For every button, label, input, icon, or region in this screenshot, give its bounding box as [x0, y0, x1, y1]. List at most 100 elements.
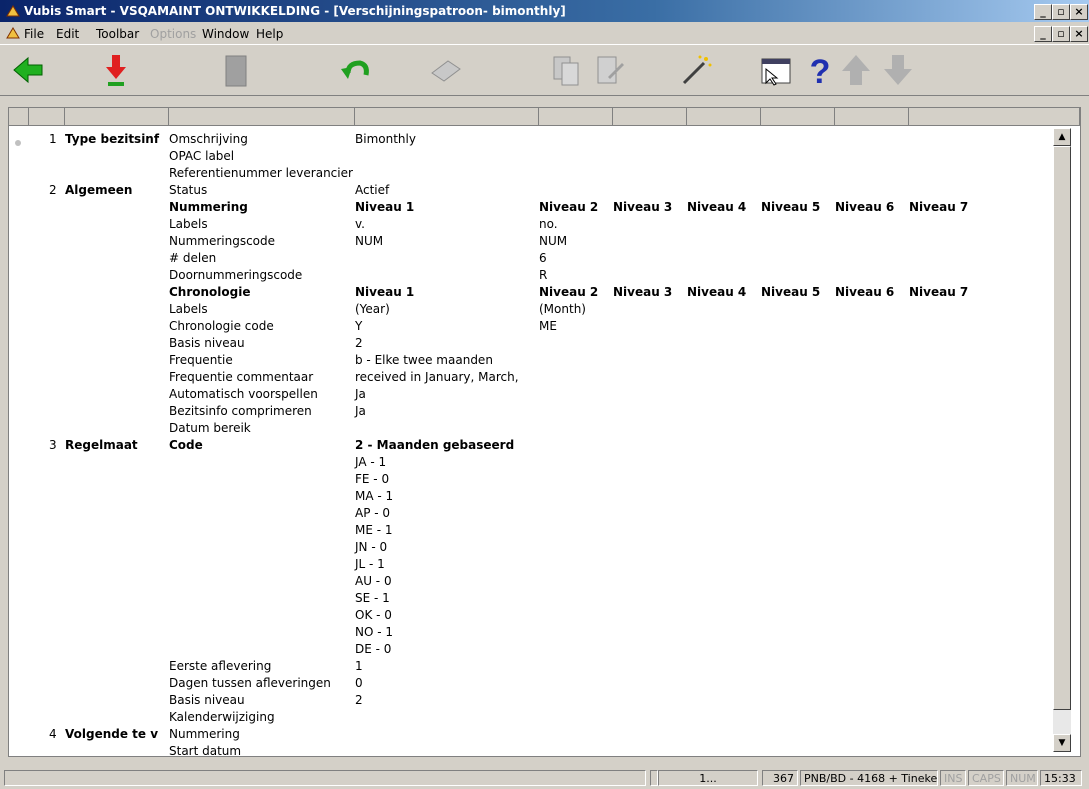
copy-button — [546, 51, 586, 89]
level-header: Niveau 3 — [613, 200, 673, 214]
scroll-thumb[interactable] — [1053, 146, 1071, 710]
menu-file[interactable]: File — [24, 27, 44, 41]
column-header[interactable] — [835, 108, 909, 126]
toolbar: ? — [0, 44, 1089, 96]
status-ins: INS — [940, 770, 966, 786]
level-2-value: R — [539, 268, 548, 282]
column-header[interactable] — [169, 108, 355, 126]
field-label: Frequentie commentaar — [169, 370, 314, 384]
level-header: Niveau 4 — [687, 285, 747, 299]
field-value: NO - 1 — [355, 625, 394, 639]
column-header[interactable] — [539, 108, 613, 126]
move-up-button[interactable] — [836, 51, 876, 89]
column-header[interactable] — [761, 108, 835, 126]
doc-minimize-button[interactable]: _ — [1034, 26, 1052, 42]
level-2-value: no. — [539, 217, 558, 231]
column-header[interactable] — [355, 108, 539, 126]
doc-close-button[interactable]: × — [1070, 26, 1088, 42]
field-value: Ja — [355, 404, 366, 418]
column-header[interactable] — [9, 108, 29, 126]
move-down-button[interactable] — [878, 51, 918, 89]
undo-button[interactable] — [336, 51, 376, 89]
section-name: Regelmaat — [65, 438, 138, 452]
field-value: OK - 0 — [355, 608, 392, 622]
field-label: Nummering — [169, 200, 248, 214]
menu-help[interactable]: Help — [256, 27, 283, 41]
up-arrow-icon — [842, 55, 870, 85]
field-label: Basis niveau — [169, 693, 245, 707]
level-header: Niveau 4 — [687, 200, 747, 214]
field-label: Doornummeringscode — [169, 268, 303, 282]
field-label: Basis niveau — [169, 336, 245, 350]
vertical-scrollbar[interactable]: ▲ ▼ — [1053, 128, 1071, 752]
restore-button[interactable]: ▫ — [1052, 4, 1070, 20]
column-header[interactable] — [613, 108, 687, 126]
status-record-position: 1... — [658, 770, 758, 786]
field-value: FE - 0 — [355, 472, 390, 486]
back-button[interactable] — [8, 51, 48, 89]
field-label: Automatisch voorspellen — [169, 387, 318, 401]
level-header: Niveau 6 — [835, 285, 895, 299]
menu-bar: File Edit Toolbar Options Window Help _ … — [0, 22, 1089, 44]
minimize-button[interactable]: _ — [1034, 4, 1052, 20]
magic-wand-icon — [682, 55, 712, 85]
field-value: NUM — [355, 234, 384, 248]
field-label: Status — [169, 183, 208, 197]
edit-document-button — [590, 51, 630, 89]
field-label: Dagen tussen afleveringen — [169, 676, 331, 690]
field-label: Start datum — [169, 744, 242, 758]
field-label: Chronologie — [169, 285, 251, 299]
scroll-up-button[interactable]: ▲ — [1053, 128, 1071, 146]
column-header[interactable] — [29, 108, 65, 126]
field-label: Referentienummer leverancier — [169, 166, 353, 180]
window-button[interactable] — [756, 51, 796, 89]
field-value: AP - 0 — [355, 506, 391, 520]
delete-button — [216, 51, 256, 89]
download-button[interactable] — [96, 51, 136, 89]
field-value: JL - 1 — [355, 557, 385, 571]
menu-window[interactable]: Window — [202, 27, 249, 41]
field-value: b - Elke twee maanden — [355, 353, 493, 367]
field-value: (Year) — [355, 302, 390, 316]
wizard-button[interactable] — [676, 51, 716, 89]
column-header[interactable] — [687, 108, 761, 126]
level-header: Niveau 5 — [761, 200, 821, 214]
book-button — [426, 51, 466, 89]
record-display: 1 Type bezitsinf Omschrijving Bimonthly OPAC… — [8, 107, 1081, 758]
section-name: Type bezitsinf — [65, 132, 160, 146]
field-label: Nummeringscode — [169, 234, 276, 248]
status-user: PNB/BD - 4168 + Tineke — [800, 770, 938, 786]
level-2-value: 6 — [539, 251, 547, 265]
column-header[interactable] — [909, 108, 1080, 126]
section-number: 1 — [49, 132, 57, 146]
level-2-value: ME — [539, 319, 557, 333]
field-label: Bezitsinfo comprimeren — [169, 404, 312, 418]
scroll-down-button[interactable]: ▼ — [1053, 734, 1071, 752]
field-value: 2 - Maanden gebaseerd — [355, 438, 515, 452]
status-bar: 1... 367 PNB/BD - 4168 + Tineke INS CAPS… — [0, 768, 1089, 789]
field-label: Nummering — [169, 727, 240, 741]
row-marker — [15, 140, 21, 146]
book-icon — [431, 60, 461, 82]
field-value: 0 — [355, 676, 363, 690]
field-value: SE - 1 — [355, 591, 390, 605]
close-button[interactable]: × — [1070, 4, 1088, 20]
column-header[interactable] — [65, 108, 169, 126]
copy-icon — [553, 56, 579, 86]
field-value: received in January, March, — [355, 370, 519, 384]
help-button[interactable]: ? — [800, 51, 840, 91]
title-bar: Vubis Smart - VSQAMAINT ONTWIKKELDING - … — [0, 0, 1089, 22]
svg-text:?: ? — [810, 53, 831, 89]
down-arrow-icon — [884, 55, 912, 85]
level-header: Niveau 7 — [909, 285, 969, 299]
level-2-value: (Month) — [539, 302, 586, 316]
field-value: MA - 1 — [355, 489, 394, 503]
menu-edit[interactable]: Edit — [56, 27, 79, 41]
field-value: Ja — [355, 387, 366, 401]
field-label: Frequentie — [169, 353, 233, 367]
help-icon: ? — [810, 53, 831, 91]
doc-restore-button[interactable]: ▫ — [1052, 26, 1070, 42]
field-label: Labels — [169, 217, 208, 231]
status-num: NUM — [1006, 770, 1038, 786]
menu-toolbar[interactable]: Toolbar — [96, 27, 139, 41]
